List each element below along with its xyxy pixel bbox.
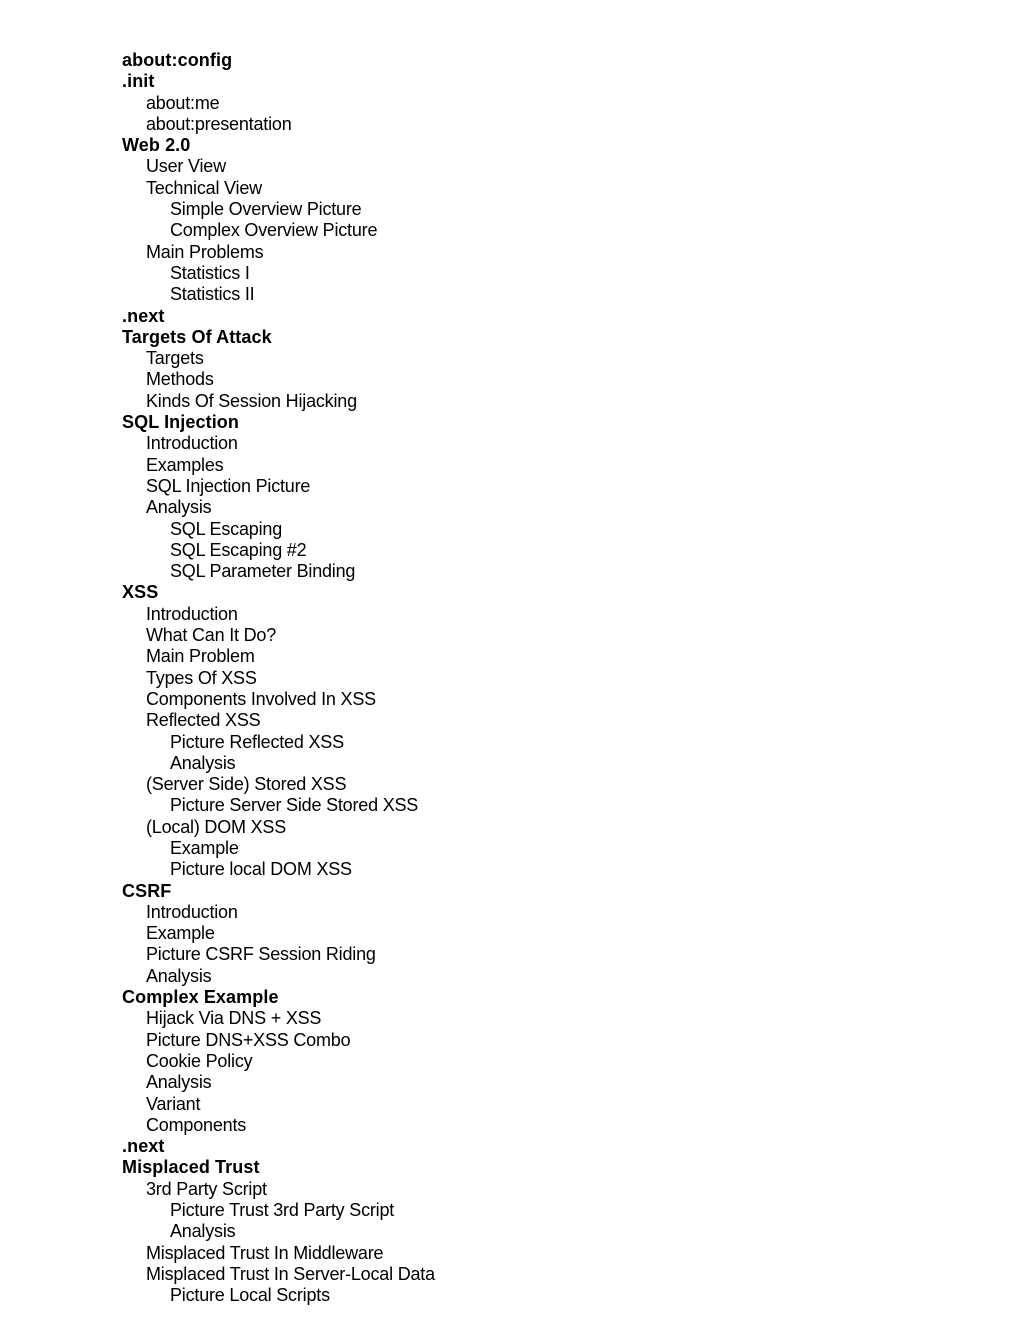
outline-item[interactable]: Technical View: [122, 178, 435, 199]
outline-item[interactable]: Example: [122, 923, 435, 944]
outline-item[interactable]: Variant: [122, 1094, 435, 1115]
outline-item[interactable]: Kinds Of Session Hijacking: [122, 391, 435, 412]
outline-section-heading[interactable]: about:config: [122, 50, 435, 71]
outline-subitem[interactable]: Picture Trust 3rd Party Script: [122, 1200, 435, 1221]
outline-item[interactable]: Reflected XSS: [122, 710, 435, 731]
outline-subitem[interactable]: Complex Overview Picture: [122, 220, 435, 241]
outline-subitem[interactable]: Picture Local Scripts: [122, 1285, 435, 1306]
outline-item[interactable]: Targets: [122, 348, 435, 369]
document-outline: about:config .init about:me about:presentat…: [122, 50, 435, 1307]
outline-item[interactable]: Misplaced Trust In Middleware: [122, 1243, 435, 1264]
outline-item[interactable]: Examples: [122, 455, 435, 476]
outline-section-heading[interactable]: XSS: [122, 582, 435, 603]
outline-section-heading[interactable]: .next: [122, 306, 435, 327]
outline-item[interactable]: User View: [122, 156, 435, 177]
outline-section-heading[interactable]: Web 2.0: [122, 135, 435, 156]
outline-item[interactable]: What Can It Do?: [122, 625, 435, 646]
outline-section-heading[interactable]: .init: [122, 71, 435, 92]
outline-item[interactable]: Misplaced Trust In Server-Local Data: [122, 1264, 435, 1285]
outline-section-heading[interactable]: .next: [122, 1136, 435, 1157]
outline-subitem[interactable]: Simple Overview Picture: [122, 199, 435, 220]
outline-item[interactable]: Types Of XSS: [122, 668, 435, 689]
outline-item[interactable]: Introduction: [122, 902, 435, 923]
outline-subitem[interactable]: Statistics II: [122, 284, 435, 305]
outline-section-heading[interactable]: Complex Example: [122, 987, 435, 1008]
outline-item[interactable]: Components Involved In XSS: [122, 689, 435, 710]
outline-subitem[interactable]: Picture Server Side Stored XSS: [122, 795, 435, 816]
outline-section-heading[interactable]: SQL Injection: [122, 412, 435, 433]
outline-item[interactable]: Introduction: [122, 604, 435, 625]
outline-subitem[interactable]: Picture Reflected XSS: [122, 732, 435, 753]
outline-item[interactable]: Components: [122, 1115, 435, 1136]
outline-subitem[interactable]: SQL Escaping: [122, 519, 435, 540]
outline-section-heading[interactable]: CSRF: [122, 881, 435, 902]
outline-subitem[interactable]: SQL Parameter Binding: [122, 561, 435, 582]
outline-item[interactable]: Picture DNS+XSS Combo: [122, 1030, 435, 1051]
outline-item[interactable]: about:me: [122, 93, 435, 114]
outline-item[interactable]: Introduction: [122, 433, 435, 454]
outline-item[interactable]: Main Problems: [122, 242, 435, 263]
outline-item[interactable]: Methods: [122, 369, 435, 390]
outline-item[interactable]: about:presentation: [122, 114, 435, 135]
outline-item[interactable]: Hijack Via DNS + XSS: [122, 1008, 435, 1029]
outline-subitem[interactable]: Example: [122, 838, 435, 859]
outline-item[interactable]: (Local) DOM XSS: [122, 817, 435, 838]
outline-subitem[interactable]: Statistics I: [122, 263, 435, 284]
outline-item[interactable]: Analysis: [122, 1072, 435, 1093]
outline-subitem[interactable]: Picture local DOM XSS: [122, 859, 435, 880]
outline-subitem[interactable]: Analysis: [122, 753, 435, 774]
outline-item[interactable]: Analysis: [122, 497, 435, 518]
outline-item[interactable]: Main Problem: [122, 646, 435, 667]
outline-item[interactable]: (Server Side) Stored XSS: [122, 774, 435, 795]
outline-section-heading[interactable]: Misplaced Trust: [122, 1157, 435, 1178]
outline-item[interactable]: Picture CSRF Session Riding: [122, 944, 435, 965]
outline-item[interactable]: SQL Injection Picture: [122, 476, 435, 497]
outline-section-heading[interactable]: Targets Of Attack: [122, 327, 435, 348]
outline-subitem[interactable]: SQL Escaping #2: [122, 540, 435, 561]
outline-subitem[interactable]: Analysis: [122, 1221, 435, 1242]
outline-item[interactable]: Analysis: [122, 966, 435, 987]
outline-item[interactable]: Cookie Policy: [122, 1051, 435, 1072]
outline-item[interactable]: 3rd Party Script: [122, 1179, 435, 1200]
